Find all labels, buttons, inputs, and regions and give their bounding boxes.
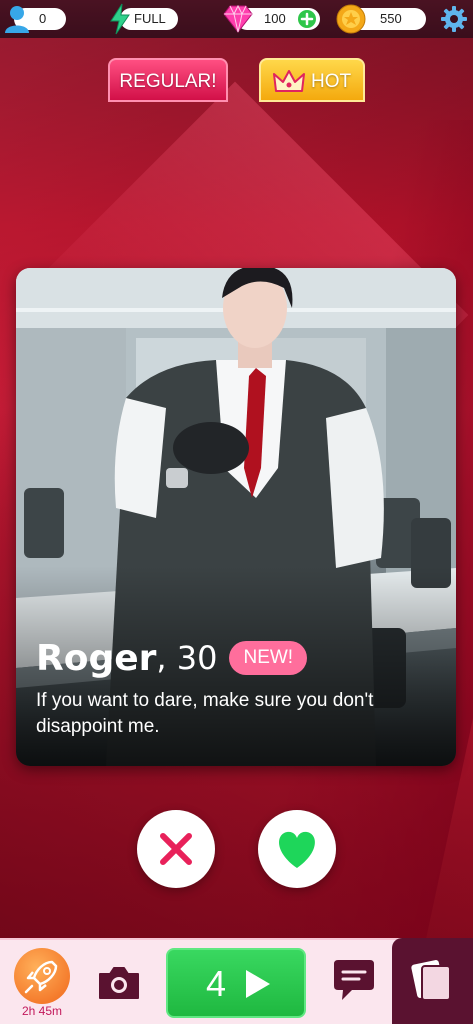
- camera-icon[interactable]: [96, 964, 142, 1002]
- profile-bio: If you want to dare, make sure you don't…: [36, 690, 374, 737]
- energy-label: FULL: [134, 11, 166, 26]
- gear-icon[interactable]: [440, 5, 468, 33]
- profile-card[interactable]: Roger , 30 NEW! If you want to dare, mak…: [16, 268, 456, 766]
- user-icon: [5, 6, 29, 33]
- rocket-icon: [24, 960, 58, 994]
- heart-icon: [279, 831, 315, 868]
- coins-count: 550: [380, 11, 402, 26]
- chat-icon[interactable]: [330, 958, 378, 1004]
- diamond-icon: [223, 4, 253, 33]
- coin-icon: [336, 4, 366, 34]
- tab-regular[interactable]: REGULAR!: [108, 58, 228, 102]
- like-button[interactable]: [258, 810, 336, 888]
- play-icon: [246, 970, 270, 998]
- friends-count: 0: [39, 11, 47, 26]
- category-tabs: REGULAR! HOT: [0, 58, 473, 104]
- boost-button[interactable]: [14, 948, 70, 1004]
- add-gems-button[interactable]: [298, 10, 316, 28]
- plus-icon: [300, 12, 314, 26]
- boost-timer: 2h 45m: [21, 1004, 63, 1018]
- lightning-icon: [110, 3, 130, 35]
- cards-tab[interactable]: [392, 938, 473, 1024]
- cards-icon: [411, 960, 451, 1001]
- tab-hot[interactable]: HOT: [259, 58, 365, 102]
- new-badge: NEW!: [229, 641, 308, 675]
- gems-count: 100: [264, 11, 286, 26]
- tab-hot-label: HOT: [311, 71, 352, 92]
- profile-age: , 30: [156, 639, 218, 677]
- name-line: Roger , 30 NEW!: [36, 636, 308, 680]
- profile-name: Roger: [36, 637, 157, 679]
- top-bar: 0 FULL 100 550: [0, 0, 473, 38]
- tab-regular-label: REGULAR!: [119, 71, 217, 92]
- close-icon: [160, 833, 192, 865]
- play-button[interactable]: 4: [166, 948, 306, 1018]
- play-count: 4: [206, 963, 227, 1004]
- bottom-bar: 2h 45m 4: [0, 938, 473, 1024]
- crown-icon: [273, 70, 305, 92]
- dislike-button[interactable]: [137, 810, 215, 888]
